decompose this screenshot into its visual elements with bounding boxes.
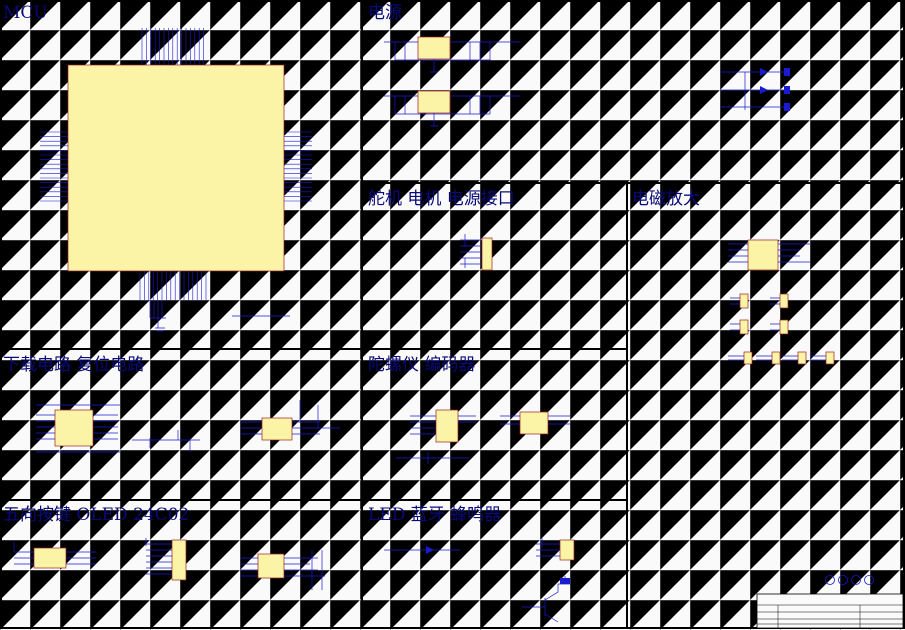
section-title-gyro: 陀螺仪 编码器 xyxy=(368,355,475,375)
section-title-keys: 五向按键 OLED 24C02 xyxy=(3,505,189,525)
section-title-led: LED 蓝牙 蜂鸣器 xyxy=(368,505,501,525)
title-block xyxy=(756,593,904,629)
section-title-mcu: MCU xyxy=(3,3,48,23)
section-title-em: 电磁放大 xyxy=(632,189,700,209)
section-title-servo: 舵机 电机 电源接口 xyxy=(368,189,515,209)
schematic-sheet: MCU 电源 舵机 电机 电源接口 电磁放大 下载电路 复位电路 陀螺仪 编码器… xyxy=(0,0,905,630)
section-title-download: 下载电路 复位电路 xyxy=(3,355,144,375)
section-title-power: 电源 xyxy=(368,3,402,23)
